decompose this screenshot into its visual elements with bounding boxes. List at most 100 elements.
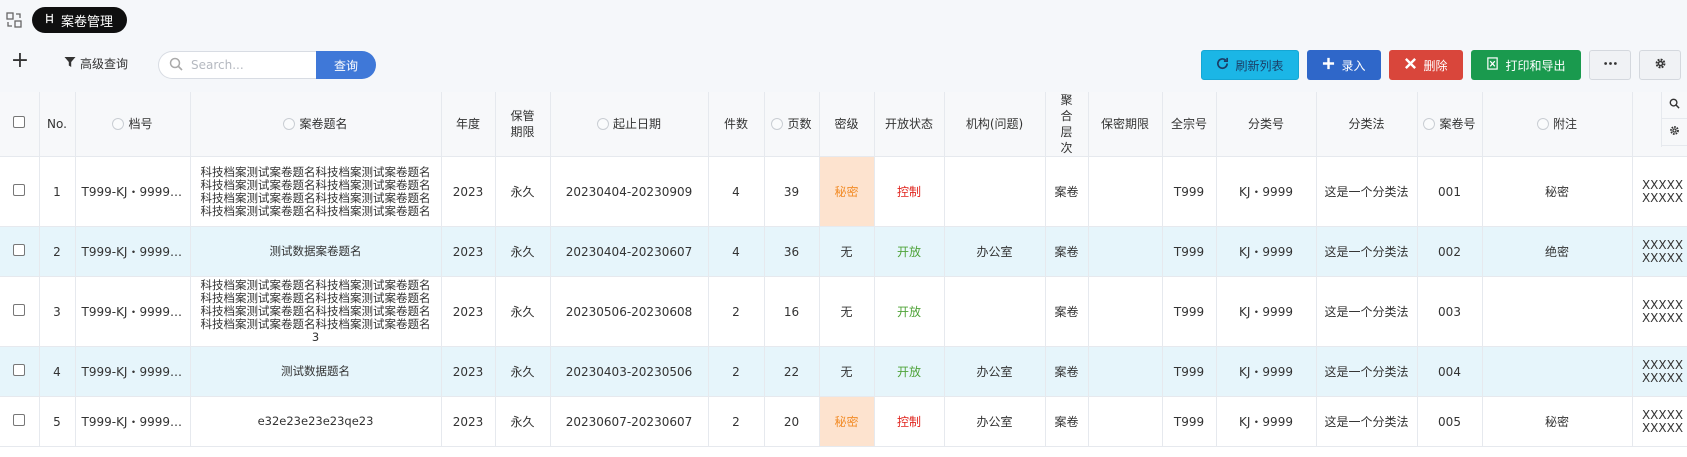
row-class-no: KJ・9999 xyxy=(1216,226,1317,277)
archive-table: No. 档号 案卷题名 年度 保管期限 起止日期 件数 页数 密级 开放状态 机… xyxy=(0,92,1687,457)
row-checkbox[interactable] xyxy=(13,304,26,316)
row-date-range: 20230607-20230607 xyxy=(550,396,709,447)
select-all-checkbox[interactable] xyxy=(13,116,26,128)
col-secret-level[interactable]: 密级 xyxy=(819,92,875,157)
row-agg-level: 案卷 xyxy=(1045,226,1089,277)
col-no[interactable]: No. xyxy=(39,92,76,157)
column-search-button[interactable] xyxy=(1662,92,1687,119)
row-select-cell[interactable] xyxy=(0,346,40,397)
ellipsis-icon xyxy=(1603,57,1617,73)
row-class-method: 这是一个分类法 xyxy=(1316,226,1418,277)
col-secret-period[interactable]: 保密期限 xyxy=(1088,92,1163,157)
table-row[interactable]: 2T999-KJ・9999-2023-Y-002测试数据案卷题名2023永久20… xyxy=(0,226,1687,277)
search-icon xyxy=(159,57,183,74)
row-select-cell[interactable] xyxy=(0,226,40,277)
row-open-status: 开放 xyxy=(874,226,945,277)
row-checkbox[interactable] xyxy=(13,364,26,376)
table-body: 1T999-KJ・9999-2023-Y-001科技档案测试案卷题名科技档案测试… xyxy=(0,156,1687,447)
col-retention-label: 保管期限 xyxy=(510,109,535,139)
row-no: 1 xyxy=(39,156,76,227)
sort-icon[interactable] xyxy=(1423,118,1436,130)
query-button[interactable]: 查询 xyxy=(316,51,376,79)
row-org: 办公室 xyxy=(944,346,1046,397)
row-select-cell[interactable] xyxy=(0,276,40,347)
row-secret-level: 无 xyxy=(819,226,875,277)
row-file-no: T999-KJ・9999-2023-Y-002 xyxy=(75,226,191,277)
row-agg-level: 案卷 xyxy=(1045,346,1089,397)
row-volume-no: 001 xyxy=(1417,156,1483,227)
row-pages: 16 xyxy=(764,276,820,347)
gear-icon xyxy=(1654,57,1667,73)
sort-icon[interactable] xyxy=(112,118,125,130)
search-icon xyxy=(1669,98,1680,112)
delete-button[interactable]: 删除 xyxy=(1389,50,1463,80)
refresh-list-button[interactable]: 刷新列表 xyxy=(1201,50,1299,80)
col-class-method[interactable]: 分类法 xyxy=(1316,92,1418,157)
table-row[interactable]: 5T999-KJ・9999-2023-Y-005e32e23e23e23qe23… xyxy=(0,396,1687,447)
col-file-no[interactable]: 档号 xyxy=(75,92,191,157)
print-export-button[interactable]: 打印和导出 xyxy=(1471,50,1581,80)
sort-icon[interactable] xyxy=(771,118,784,130)
x-icon xyxy=(1404,57,1417,73)
row-class-no: KJ・9999 xyxy=(1216,156,1317,227)
row-select-cell[interactable] xyxy=(0,396,40,447)
row-pieces: 4 xyxy=(708,226,765,277)
row-volume-no: 004 xyxy=(1417,346,1483,397)
data-grid: No. 档号 案卷题名 年度 保管期限 起止日期 件数 页数 密级 开放状态 机… xyxy=(0,92,1687,447)
row-class-no: KJ・9999 xyxy=(1216,346,1317,397)
table-side-tools xyxy=(1661,92,1687,147)
col-retention[interactable]: 保管期限 xyxy=(495,92,551,157)
col-volume-no[interactable]: 案卷号 xyxy=(1417,92,1483,157)
col-note[interactable]: 附注 xyxy=(1482,92,1633,157)
sort-icon[interactable] xyxy=(283,118,296,130)
col-date-range[interactable]: 起止日期 xyxy=(550,92,709,157)
col-org[interactable]: 机构(问题) xyxy=(944,92,1046,157)
grid-swap-icon[interactable] xyxy=(6,12,22,28)
table-row[interactable]: 4T999-KJ・9999-2023-Y-004测试数据题名2023永久2023… xyxy=(0,346,1687,397)
row-class-no: KJ・9999 xyxy=(1216,276,1317,347)
col-pages[interactable]: 页数 xyxy=(764,92,820,157)
more-button[interactable] xyxy=(1589,50,1631,80)
row-year: 2023 xyxy=(441,276,496,347)
link-icon xyxy=(44,13,55,28)
row-no: 3 xyxy=(39,276,76,347)
table-row[interactable]: 1T999-KJ・9999-2023-Y-001科技档案测试案卷题名科技档案测试… xyxy=(0,156,1687,227)
column-settings-button[interactable] xyxy=(1662,119,1687,146)
col-open-status[interactable]: 开放状态 xyxy=(874,92,945,157)
table-row[interactable]: 3T999-KJ・9999-2023-Y-003科技档案测试案卷题名科技档案测试… xyxy=(0,276,1687,347)
sort-icon[interactable] xyxy=(1536,118,1549,130)
add-entry-button[interactable]: 录入 xyxy=(1307,50,1381,80)
col-fonds-no[interactable]: 全宗号 xyxy=(1162,92,1217,157)
row-pages: 22 xyxy=(764,346,820,397)
col-pieces[interactable]: 件数 xyxy=(708,92,765,157)
search-box xyxy=(158,51,316,79)
col-title[interactable]: 案卷题名 xyxy=(190,92,442,157)
row-note xyxy=(1482,346,1633,397)
row-file-no: T999-KJ・9999-2023-Y-003 xyxy=(75,276,191,347)
row-checkbox[interactable] xyxy=(13,184,26,196)
row-note xyxy=(1482,276,1633,347)
col-volume-no-label: 案卷号 xyxy=(1439,117,1476,131)
col-agg-level[interactable]: 聚合层次 xyxy=(1045,92,1089,157)
row-checkbox[interactable] xyxy=(13,244,26,256)
row-class-method: 这是一个分类法 xyxy=(1316,156,1418,227)
row-open-status: 开放 xyxy=(874,346,945,397)
col-class-no[interactable]: 分类号 xyxy=(1216,92,1317,157)
advanced-query-button[interactable]: 高级查询 xyxy=(64,52,128,74)
row-pieces: 4 xyxy=(708,156,765,227)
row-secret-level: 无 xyxy=(819,276,875,347)
row-title: 测试数据题名 xyxy=(190,346,442,397)
row-open-status: 控制 xyxy=(874,156,945,227)
row-select-cell[interactable] xyxy=(0,156,40,227)
col-year[interactable]: 年度 xyxy=(441,92,496,157)
select-all-cell[interactable] xyxy=(0,92,40,157)
row-title: e32e23e23e23qe23 xyxy=(190,396,442,447)
settings-button[interactable] xyxy=(1639,50,1681,80)
row-secret-level: 秘密 xyxy=(819,156,875,227)
col-file-no-label: 档号 xyxy=(128,117,153,131)
search-input[interactable] xyxy=(191,58,311,72)
tab-archive-management[interactable]: 案卷管理 xyxy=(32,7,128,33)
row-checkbox[interactable] xyxy=(13,414,26,426)
add-tab-button[interactable]: + xyxy=(10,50,30,72)
sort-icon[interactable] xyxy=(596,118,609,130)
